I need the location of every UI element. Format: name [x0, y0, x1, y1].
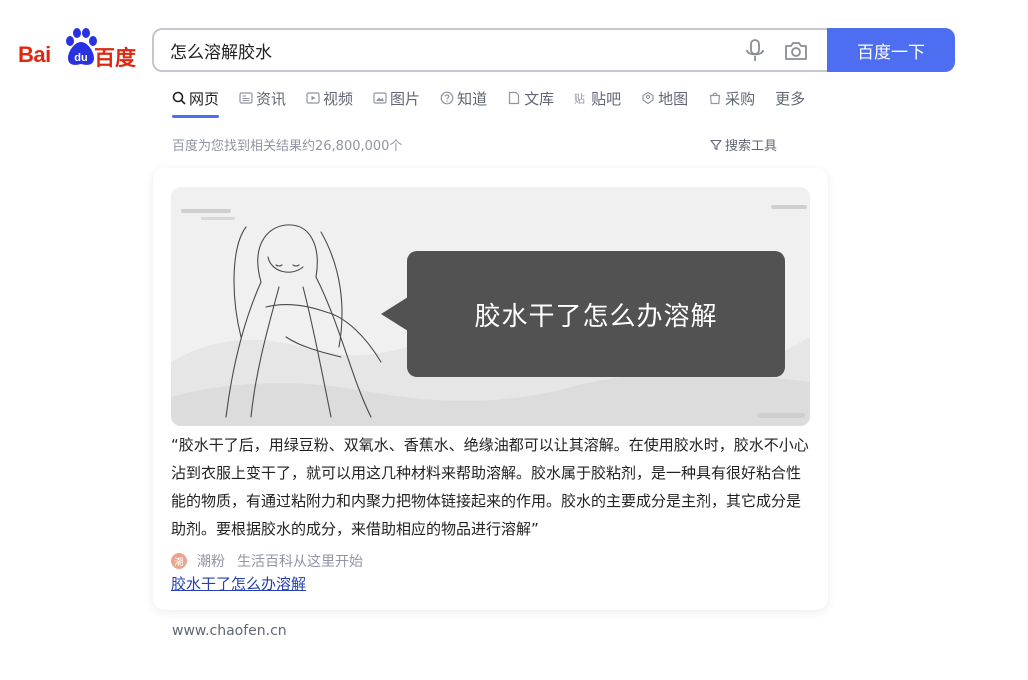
tab-label: 地图 — [658, 89, 689, 108]
result-source[interactable]: 潮 潮粉 生活百科从这里开始 — [171, 551, 363, 571]
tab-zhidao[interactable]: 知道 — [440, 86, 487, 110]
tab-web[interactable]: 网页 — [172, 86, 220, 118]
result-count: 百度为您找到相关结果约26,800,000个 — [172, 139, 403, 154]
tieba-icon: 贴 — [574, 92, 585, 106]
logo-text-right: 百度 — [94, 46, 136, 70]
source-avatar: 潮 — [171, 553, 187, 569]
document-icon — [508, 91, 520, 105]
question-icon — [440, 91, 454, 105]
result-image[interactable]: 胶水干了怎么办溶解 — [171, 187, 810, 426]
tab-tieba[interactable]: 贴 贴吧 — [574, 86, 621, 110]
tab-label: 文库 — [524, 89, 555, 108]
search-icon — [172, 91, 186, 105]
result-url[interactable]: www.chaofen.cn — [172, 623, 287, 639]
tab-label: 图片 — [390, 89, 421, 108]
image-icon — [373, 92, 387, 104]
tab-label: 知道 — [457, 89, 488, 108]
tab-label: 视频 — [323, 89, 354, 108]
tab-label: 资讯 — [256, 89, 287, 108]
result-summary: “胶水干了后，用绿豆粉、双氧水、香蕉水、绝缘油都可以让其溶解。在使用胶水时，胶水… — [171, 436, 809, 538]
news-icon — [239, 92, 253, 104]
source-name: 潮粉 — [197, 554, 225, 570]
vertical-tabs: 网页 资讯 视频 图片 知道 文库 贴 贴吧 地图 采购 更多 — [172, 86, 825, 120]
tab-images[interactable]: 图片 — [373, 86, 420, 110]
tab-label: 更多 — [775, 89, 806, 108]
search-input[interactable] — [170, 38, 710, 62]
svg-text:贴: 贴 — [574, 92, 585, 106]
search-tools-label: 搜索工具 — [725, 139, 778, 154]
baidu-logo[interactable]: Bai du 百度 — [18, 28, 136, 72]
image-caption: 胶水干了怎么办溶解 — [381, 251, 785, 377]
tab-label: 贴吧 — [591, 89, 622, 108]
search-tools-button[interactable]: 搜索工具 — [710, 135, 777, 154]
play-icon — [306, 92, 320, 104]
logo-text-left: Bai — [18, 42, 51, 67]
paw-icon: du — [66, 28, 97, 65]
tab-label: 网页 — [189, 89, 220, 108]
tab-news[interactable]: 资讯 — [239, 86, 286, 110]
source-tagline: 生活百科从这里开始 — [237, 554, 363, 570]
map-icon — [642, 91, 654, 105]
search-button[interactable]: 百度一下 — [827, 28, 955, 72]
camera-icon[interactable] — [784, 40, 808, 62]
tab-purchase[interactable]: 采购 — [708, 86, 755, 110]
filter-icon — [710, 139, 722, 150]
tab-map[interactable]: 地图 — [641, 86, 688, 110]
tab-more[interactable]: 更多 — [775, 86, 805, 110]
tab-wenku[interactable]: 文库 — [507, 86, 554, 110]
shopping-bag-icon — [709, 92, 721, 105]
tab-video[interactable]: 视频 — [306, 86, 353, 110]
paw-text: du — [74, 52, 87, 64]
result-title-link[interactable]: 胶水干了怎么办溶解 — [171, 573, 306, 594]
search-box — [152, 28, 828, 72]
result-card: 胶水干了怎么办溶解 “胶水干了后，用绿豆粉、双氧水、香蕉水、绝缘油都可以让其溶解… — [153, 168, 828, 610]
tab-label: 采购 — [725, 89, 756, 108]
microphone-icon[interactable] — [744, 39, 766, 63]
